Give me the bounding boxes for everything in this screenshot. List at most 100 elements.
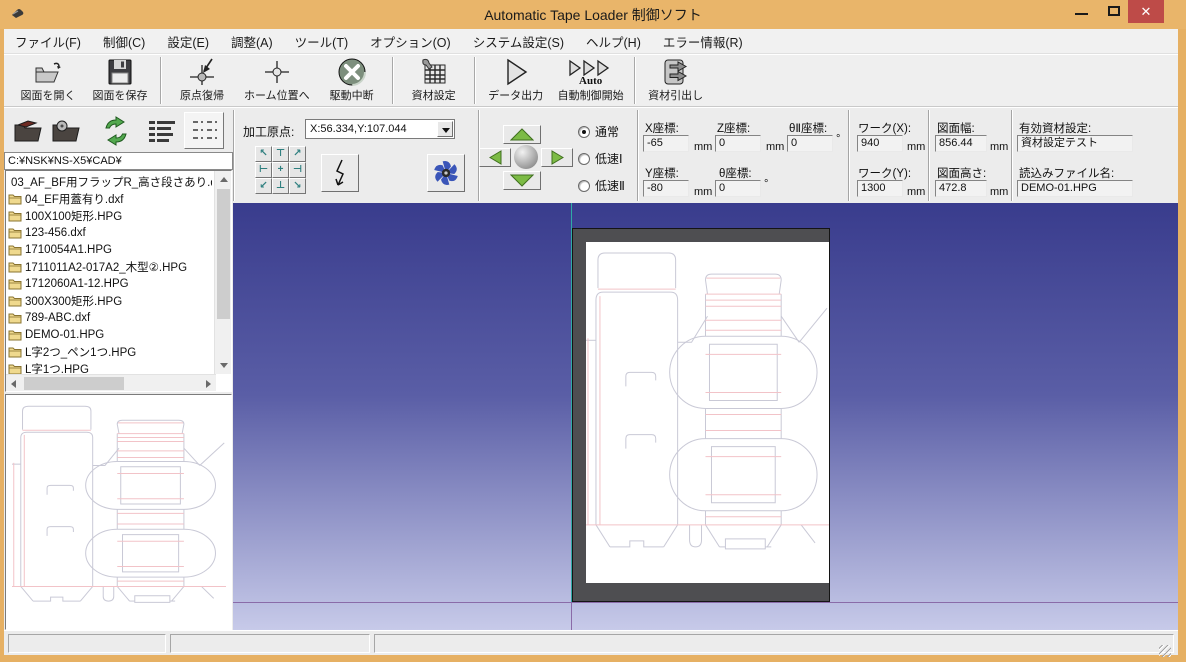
- file-list-item[interactable]: 04_EF用蓋有り.dxf: [8, 190, 212, 207]
- main-toolbar: 図面を開く 図面を保存 原点復帰 ホーム位置へ: [4, 54, 1178, 107]
- file-list-item[interactable]: 1712060A1-12.HPG: [8, 275, 212, 292]
- pinwheel-button[interactable]: [427, 154, 465, 192]
- file-list-item[interactable]: 100X100矩形.HPG: [8, 207, 212, 224]
- menu-help[interactable]: ヘルプ(H): [575, 32, 652, 51]
- vertical-scrollbar[interactable]: [214, 171, 231, 374]
- origin-return-button[interactable]: 原点復帰: [166, 55, 238, 106]
- grid-top-right-button[interactable]: ↗: [289, 146, 306, 162]
- horizontal-scrollbar[interactable]: [6, 374, 216, 391]
- combobox-dropdown-icon[interactable]: [437, 121, 453, 137]
- toolbar-separator: [392, 57, 394, 104]
- z-coord-label: Z座標:: [717, 120, 750, 136]
- refresh-button[interactable]: [96, 112, 136, 149]
- vertical-scroll-thumb[interactable]: [217, 189, 230, 319]
- file-name: 1711011A2-017A2_木型②.HPG: [25, 259, 187, 275]
- file-list-item[interactable]: 03_AF_BF用フラップR_高さ段さあり.dxf: [8, 173, 212, 190]
- home-position-button[interactable]: ホーム位置へ: [238, 55, 316, 106]
- y-unit: mm: [694, 186, 712, 198]
- scroll-down-icon[interactable]: [220, 363, 228, 368]
- minimize-button[interactable]: [1068, 0, 1096, 23]
- save-drawing-button[interactable]: 図面を保存: [84, 55, 156, 106]
- grid-bottom-left-button[interactable]: ↙: [255, 178, 272, 194]
- list-view-button[interactable]: [184, 112, 224, 149]
- active-material-label: 有効資材設定:: [1019, 120, 1091, 136]
- grid-top-center-button[interactable]: ⊤: [272, 146, 289, 162]
- file-list-item[interactable]: 1710054A1.HPG: [8, 241, 212, 258]
- zigzag-arrow-icon: [330, 158, 350, 188]
- file-list-item[interactable]: L字2つ_ペン1つ.HPG: [8, 343, 212, 360]
- open-drawing-button[interactable]: 図面を開く: [12, 55, 84, 106]
- material-pullout-button[interactable]: 資材引出し: [640, 55, 712, 106]
- work-x-label: ワーク(X):: [858, 120, 911, 136]
- file-list-item[interactable]: 123-456.dxf: [8, 224, 212, 241]
- scroll-right-icon[interactable]: [206, 380, 211, 388]
- machining-origin-combobox[interactable]: X:56.334,Y:107.044: [305, 119, 455, 139]
- drawing-width-label: 図面幅:: [937, 120, 975, 136]
- jog-left-button[interactable]: [479, 148, 511, 167]
- home-position-icon: [260, 57, 294, 87]
- grid-bottom-right-button[interactable]: ↘: [289, 178, 306, 194]
- menu-control[interactable]: 制御(C): [92, 32, 156, 51]
- close-button[interactable]: ✕: [1128, 0, 1164, 23]
- theta2-coord-label: θⅡ座標:: [789, 120, 827, 136]
- folder-icon: [8, 244, 22, 256]
- file-list-item[interactable]: DEMO-01.HPG: [8, 326, 212, 343]
- file-name: 123-456.dxf: [25, 227, 86, 239]
- machine-view-canvas[interactable]: [233, 203, 1178, 630]
- menu-adjust[interactable]: 調整(A): [220, 32, 284, 51]
- speed-low1-radio[interactable]: 低速Ⅰ: [578, 150, 623, 167]
- scroll-left-icon[interactable]: [11, 380, 16, 388]
- speed-normal-radio[interactable]: 通常: [578, 123, 619, 140]
- auto-control-start-button[interactable]: Auto 自動制御開始: [552, 55, 630, 106]
- jog-right-icon: [551, 150, 564, 165]
- drawing-height-unit: mm: [990, 186, 1008, 198]
- horizontal-scroll-thumb[interactable]: [24, 377, 124, 390]
- file-list-item[interactable]: 789-ABC.dxf: [8, 309, 212, 326]
- work-x-field[interactable]: 940: [857, 135, 903, 152]
- jog-right-button[interactable]: [541, 148, 573, 167]
- grid-middle-right-button[interactable]: ⊣: [289, 162, 306, 178]
- resize-grip[interactable]: [1159, 645, 1171, 657]
- menu-system-settings[interactable]: システム設定(S): [462, 32, 575, 51]
- drawing-height-field: 472.8: [935, 180, 987, 197]
- toolbar-separator: [474, 57, 476, 104]
- speed-low2-radio[interactable]: 低速Ⅱ: [578, 177, 625, 194]
- toolbar-separator: [160, 57, 162, 104]
- folder-icon: [8, 295, 22, 307]
- measure-arrow-button[interactable]: [321, 154, 359, 192]
- details-view-button[interactable]: [144, 112, 180, 149]
- folder-up-button[interactable]: [48, 112, 84, 149]
- work-y-field[interactable]: 1300: [857, 180, 903, 197]
- grid-middle-left-button[interactable]: ⊢: [255, 162, 272, 178]
- close-icon: ✕: [1141, 4, 1152, 19]
- data-output-button[interactable]: データ出力: [480, 55, 552, 106]
- scroll-up-icon[interactable]: [220, 177, 228, 182]
- menu-tools[interactable]: ツール(T): [284, 32, 359, 51]
- file-list-item[interactable]: 1711011A2-017A2_木型②.HPG: [8, 258, 212, 275]
- jog-down-icon: [510, 174, 534, 187]
- grid-top-left-button[interactable]: ↖: [255, 146, 272, 162]
- work-y-unit: mm: [907, 186, 925, 198]
- grid-bottom-center-button[interactable]: ⊥: [272, 178, 289, 194]
- jog-up-button[interactable]: [503, 125, 541, 144]
- file-list-item[interactable]: 300X300矩形.HPG: [8, 292, 212, 309]
- grid-center-button[interactable]: +: [272, 162, 289, 178]
- diecut-drawing-image: [586, 242, 829, 583]
- auto-badge: Auto: [579, 77, 602, 86]
- menu-options[interactable]: オプション(O): [359, 32, 462, 51]
- folder-icon: [8, 261, 22, 273]
- theta-unit: °: [764, 178, 768, 190]
- list-view-icon: [189, 117, 219, 145]
- play-icon: [502, 57, 530, 87]
- menu-file[interactable]: ファイル(F): [4, 32, 92, 51]
- material-grid-icon: [419, 57, 449, 87]
- material-setting-button[interactable]: 資材設定: [398, 55, 470, 106]
- maximize-button[interactable]: [1100, 0, 1128, 23]
- file-name: 300X300矩形.HPG: [25, 293, 122, 309]
- jog-down-button[interactable]: [503, 171, 541, 190]
- drive-interrupt-button[interactable]: 駆動中断: [316, 55, 388, 106]
- menu-settings[interactable]: 設定(E): [156, 32, 220, 51]
- folder-back-button[interactable]: [10, 112, 46, 149]
- menu-error-info[interactable]: エラー情報(R): [652, 32, 754, 51]
- jog-center-ball[interactable]: [514, 145, 538, 169]
